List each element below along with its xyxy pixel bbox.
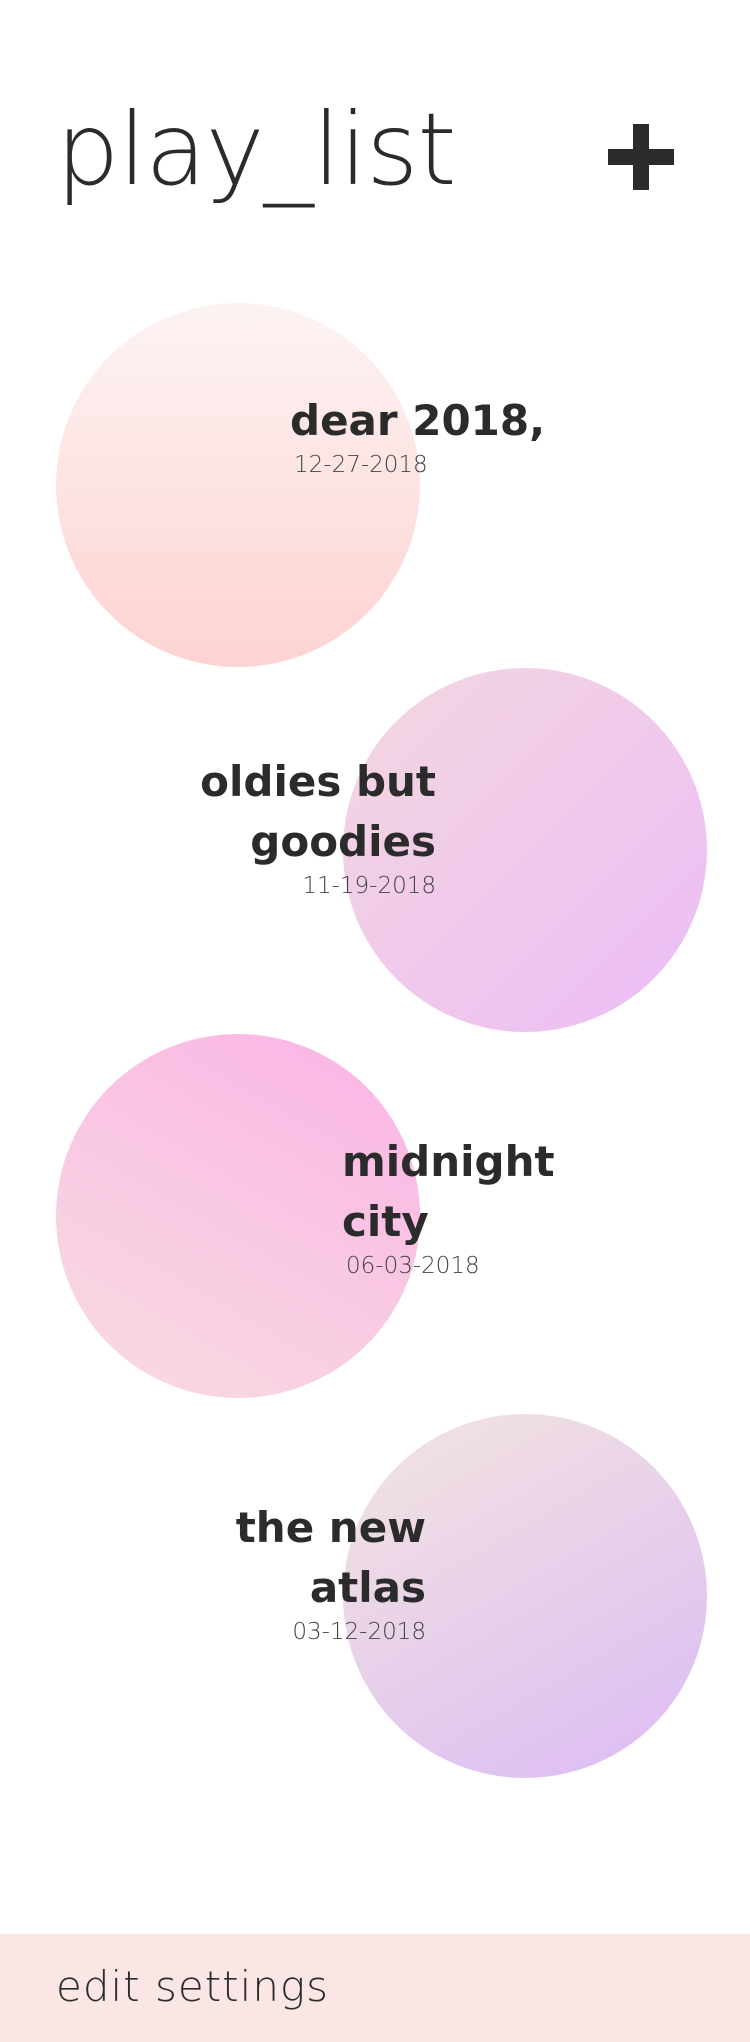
playlist-item-the-new-atlas[interactable]: the new atlas 03-12-2018 xyxy=(0,1414,750,1780)
playlist-name-line-1: oldies but xyxy=(200,757,436,806)
edit-settings-button[interactable]: edit settings xyxy=(56,1962,329,2011)
page-title: play_list xyxy=(56,91,457,208)
playlist-date: 06-03-2018 xyxy=(346,1253,480,1279)
playlist-name-line-1: the new xyxy=(235,1503,426,1552)
playlist-item-dear-2018[interactable]: dear 2018, 12-27-2018 xyxy=(0,303,750,669)
playlist-date: 03-12-2018 xyxy=(292,1619,426,1645)
playlist-cover-circle xyxy=(56,303,420,667)
playlist-date: 12-27-2018 xyxy=(294,452,428,478)
footer-bar: edit settings xyxy=(0,1934,750,2042)
add-playlist-button[interactable] xyxy=(608,124,674,190)
playlist-name-line-2: goodies xyxy=(250,817,436,866)
playlist-text: midnight city 06-03-2018 xyxy=(342,1132,555,1280)
playlist-item-midnight-city[interactable]: midnight city 06-03-2018 xyxy=(0,1034,750,1400)
playlist-date: 11-19-2018 xyxy=(302,873,436,899)
playlist-item-oldies-but-goodies[interactable]: oldies but goodies 11-19-2018 xyxy=(0,668,750,1034)
plus-icon-vertical-bar xyxy=(633,124,649,190)
playlist-name: dear 2018, xyxy=(290,396,546,445)
playlist-text: the new atlas 03-12-2018 xyxy=(236,1498,426,1646)
playlist-name-line-2: atlas xyxy=(309,1563,426,1612)
playlist-text: dear 2018, 12-27-2018 xyxy=(290,391,545,479)
playlist-text: oldies but goodies 11-19-2018 xyxy=(200,752,436,900)
playlist-name-line-1: midnight xyxy=(342,1137,555,1186)
playlist-name-line-2: city xyxy=(342,1197,429,1246)
